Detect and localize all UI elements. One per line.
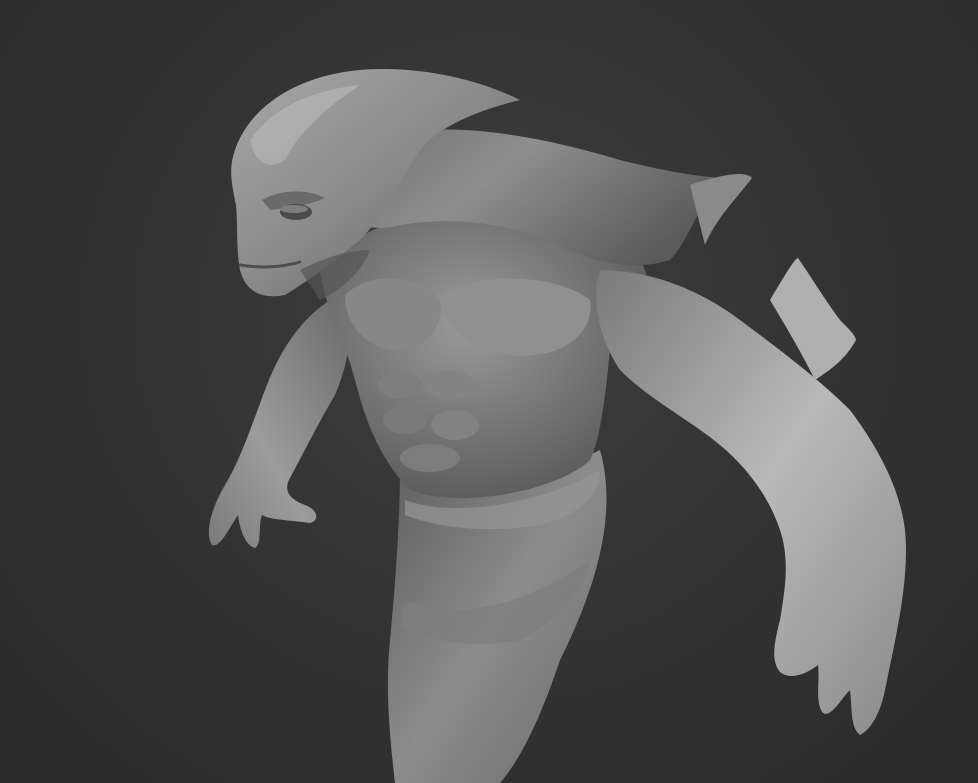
ab-muscle	[431, 410, 479, 440]
viewport-canvas[interactable]	[0, 0, 978, 783]
ab-muscle	[383, 406, 427, 434]
sculpt-scene[interactable]	[0, 0, 978, 783]
creature-eye-lid	[280, 205, 308, 213]
creature-left-arm	[208, 300, 350, 548]
creature-right-arm	[596, 270, 906, 735]
ab-muscle	[378, 371, 422, 399]
dorsal-fin	[690, 174, 752, 245]
ab-muscle	[400, 444, 460, 472]
ab-muscle	[426, 370, 474, 400]
